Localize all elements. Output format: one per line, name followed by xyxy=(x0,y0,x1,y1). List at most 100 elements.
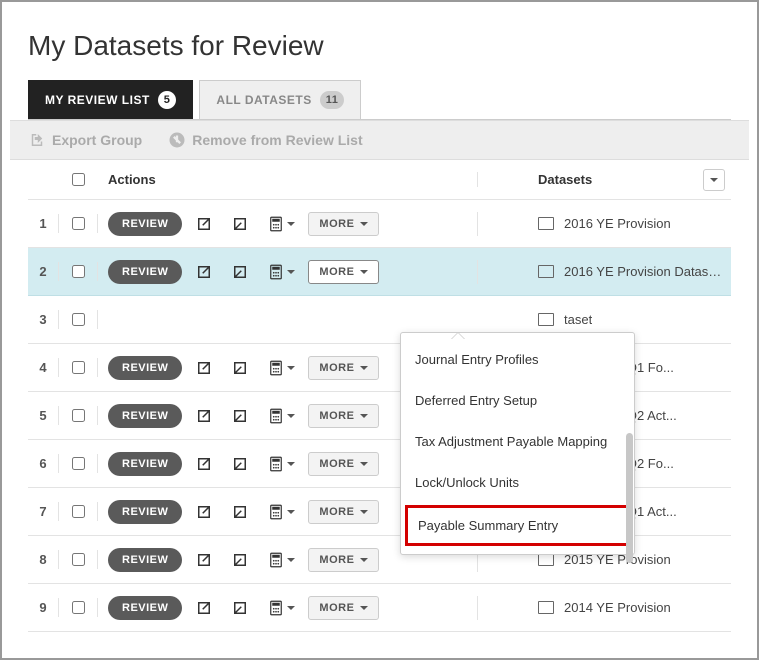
row-checkbox[interactable] xyxy=(72,265,85,278)
calculator-button[interactable] xyxy=(262,263,300,281)
row-number: 8 xyxy=(28,552,58,567)
export-icon xyxy=(231,503,249,521)
export-icon-button[interactable] xyxy=(226,215,254,233)
import-icon xyxy=(195,263,213,281)
more-button[interactable]: MORE xyxy=(308,404,379,428)
row-number: 6 xyxy=(28,456,58,471)
calculator-button[interactable] xyxy=(262,599,300,617)
dataset-name: 2016 YE Provision xyxy=(564,216,671,231)
row-checkbox[interactable] xyxy=(72,505,85,518)
tab-my-review-list[interactable]: MY REVIEW LIST 5 xyxy=(28,80,193,119)
row-checkbox[interactable] xyxy=(72,601,85,614)
more-button[interactable]: MORE xyxy=(308,452,379,476)
review-button[interactable]: REVIEW xyxy=(108,260,182,284)
row-checkbox[interactable] xyxy=(72,457,85,470)
chevron-down-icon xyxy=(287,222,295,230)
calculator-button[interactable] xyxy=(262,455,300,473)
chevron-down-icon xyxy=(360,270,368,278)
chevron-down-icon xyxy=(287,270,295,278)
calculator-icon xyxy=(267,551,285,569)
calculator-icon xyxy=(267,215,285,233)
menu-item[interactable]: Journal Entry Profiles xyxy=(401,339,634,380)
folder-icon xyxy=(538,265,554,278)
tab-all-datasets[interactable]: ALL DATASETS 11 xyxy=(199,80,361,119)
calculator-icon xyxy=(267,407,285,425)
more-button[interactable]: MORE xyxy=(308,500,379,524)
review-button[interactable]: REVIEW xyxy=(108,452,182,476)
export-group-button[interactable]: Export Group xyxy=(28,131,142,149)
review-button[interactable]: REVIEW xyxy=(108,548,182,572)
chevron-down-icon xyxy=(360,222,368,230)
dataset-cell[interactable]: 2016 YE Provision xyxy=(528,216,731,231)
calculator-button[interactable] xyxy=(262,503,300,521)
export-icon-button[interactable] xyxy=(226,407,254,425)
more-button[interactable]: MORE xyxy=(308,356,379,380)
import-icon-button[interactable] xyxy=(190,503,218,521)
tab-label: MY REVIEW LIST xyxy=(45,93,150,107)
export-icon xyxy=(231,599,249,617)
more-button[interactable]: MORE xyxy=(308,596,379,620)
review-button[interactable]: REVIEW xyxy=(108,212,182,236)
export-icon-button[interactable] xyxy=(226,263,254,281)
dataset-cell[interactable]: taset xyxy=(528,312,731,327)
tab-badge: 11 xyxy=(320,91,345,109)
calculator-button[interactable] xyxy=(262,359,300,377)
row-checkbox[interactable] xyxy=(72,409,85,422)
menu-item[interactable]: Payable Summary Entry xyxy=(405,505,630,546)
chevron-down-icon xyxy=(360,414,368,422)
calculator-icon xyxy=(267,503,285,521)
import-icon-button[interactable] xyxy=(190,215,218,233)
import-icon-button[interactable] xyxy=(190,551,218,569)
more-button[interactable]: MORE xyxy=(308,548,379,572)
menu-item[interactable]: Deferred Entry Setup xyxy=(401,380,634,421)
row-checkbox[interactable] xyxy=(72,361,85,374)
review-button[interactable]: REVIEW xyxy=(108,596,182,620)
column-actions: Actions xyxy=(98,172,478,187)
chevron-down-icon xyxy=(287,606,295,614)
export-icon-button[interactable] xyxy=(226,359,254,377)
page-title: My Datasets for Review xyxy=(28,30,731,62)
import-icon xyxy=(195,215,213,233)
export-icon-button[interactable] xyxy=(226,455,254,473)
toolbar: Export Group Remove from Review List xyxy=(10,120,749,160)
calculator-icon xyxy=(267,599,285,617)
import-icon-button[interactable] xyxy=(190,407,218,425)
calculator-button[interactable] xyxy=(262,215,300,233)
review-button[interactable]: REVIEW xyxy=(108,404,182,428)
table-row: 2 REVIEW MORE 2016 YE Provision Dataset ..… xyxy=(28,248,731,296)
more-button[interactable]: MORE xyxy=(308,260,379,284)
dataset-cell[interactable]: 2016 YE Provision Dataset ... xyxy=(528,264,731,279)
menu-item[interactable]: Tax Adjustment Payable Mapping xyxy=(401,421,634,462)
import-icon-button[interactable] xyxy=(190,455,218,473)
calculator-button[interactable] xyxy=(262,407,300,425)
chevron-down-icon xyxy=(710,178,718,186)
row-number: 2 xyxy=(28,264,58,279)
export-icon xyxy=(231,215,249,233)
export-icon xyxy=(231,407,249,425)
calculator-button[interactable] xyxy=(262,551,300,569)
row-checkbox[interactable] xyxy=(72,553,85,566)
calculator-icon xyxy=(267,359,285,377)
more-button[interactable]: MORE xyxy=(308,212,379,236)
export-icon-button[interactable] xyxy=(226,599,254,617)
chevron-down-icon xyxy=(360,462,368,470)
import-icon-button[interactable] xyxy=(190,599,218,617)
scrollbar-thumb[interactable] xyxy=(626,433,633,563)
review-button[interactable]: REVIEW xyxy=(108,356,182,380)
select-all-checkbox[interactable] xyxy=(72,173,85,186)
row-checkbox[interactable] xyxy=(72,217,85,230)
review-button[interactable]: REVIEW xyxy=(108,500,182,524)
import-icon xyxy=(195,599,213,617)
row-number: 5 xyxy=(28,408,58,423)
tabs: MY REVIEW LIST 5 ALL DATASETS 11 xyxy=(28,80,731,120)
remove-from-list-button[interactable]: Remove from Review List xyxy=(168,131,362,149)
import-icon-button[interactable] xyxy=(190,359,218,377)
menu-item[interactable]: Lock/Unlock Units xyxy=(401,462,634,503)
row-checkbox[interactable] xyxy=(72,313,85,326)
import-icon-button[interactable] xyxy=(190,263,218,281)
dataset-cell[interactable]: 2014 YE Provision xyxy=(528,600,731,615)
export-icon-button[interactable] xyxy=(226,551,254,569)
datasets-column-menu[interactable] xyxy=(703,169,725,191)
table-header: Actions Datasets xyxy=(28,160,731,200)
export-icon-button[interactable] xyxy=(226,503,254,521)
